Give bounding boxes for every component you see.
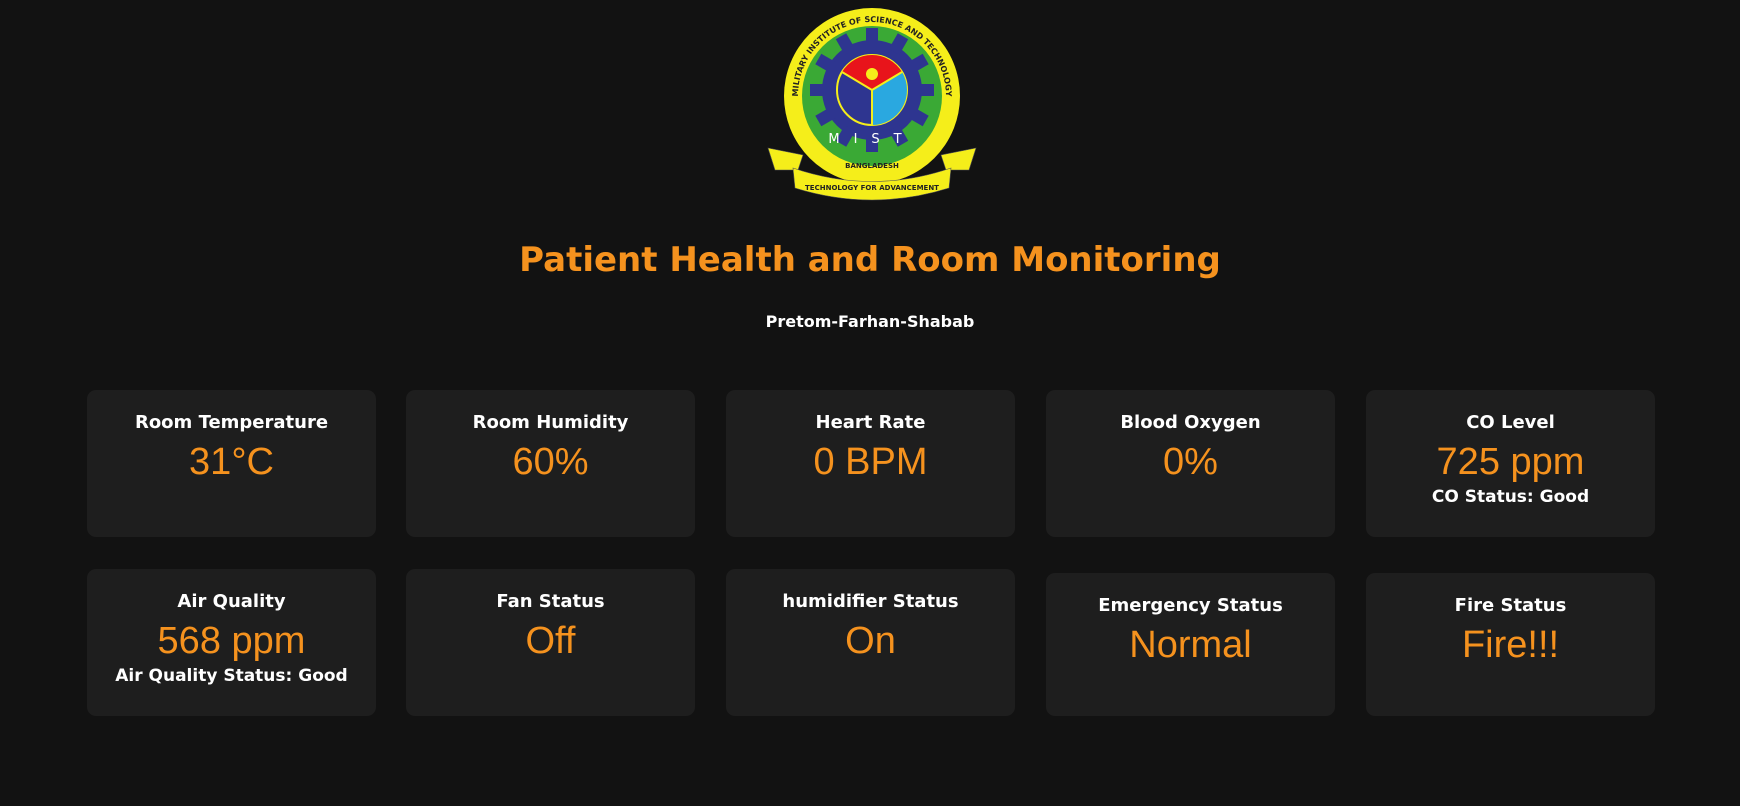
card-blood-oxygen: Blood Oxygen 0%	[1046, 390, 1335, 537]
card-title: CO Level	[1466, 412, 1555, 433]
card-fan-status: Fan Status Off	[406, 569, 695, 716]
page-title: Patient Health and Room Monitoring	[519, 240, 1221, 280]
card-heart-rate: Heart Rate 0 BPM	[726, 390, 1015, 537]
card-value: 0 BPM	[813, 441, 928, 483]
card-air-quality: Air Quality 568 ppm Air Quality Status: …	[87, 569, 376, 716]
svg-text:MIST: MIST	[828, 132, 915, 147]
card-value: Off	[525, 620, 576, 662]
card-status: CO Status: Good	[1431, 487, 1590, 507]
card-value: 568 ppm	[157, 620, 306, 662]
card-title: Room Temperature	[134, 412, 329, 433]
card-title: Air Quality	[177, 591, 286, 612]
card-title: humidifier Status	[782, 591, 959, 612]
card-title: Fire Status	[1454, 595, 1567, 616]
svg-text:BANGLADESH: BANGLADESH	[845, 162, 899, 170]
svg-text:TECHNOLOGY FOR ADVANCEMENT: TECHNOLOGY FOR ADVANCEMENT	[805, 184, 939, 192]
card-value: 31°C	[189, 441, 274, 483]
card-co-level: CO Level 725 ppm CO Status: Good	[1366, 390, 1655, 537]
card-value: Fire!!!	[1461, 624, 1560, 666]
card-title: Emergency Status	[1098, 595, 1283, 616]
card-humidifier-status: humidifier Status On	[726, 569, 1015, 716]
card-value: 725 ppm	[1436, 441, 1585, 483]
card-emergency-status: Emergency Status Normal	[1046, 573, 1335, 716]
card-room-temperature: Room Temperature 31°C	[87, 390, 376, 537]
card-value: 60%	[512, 441, 589, 483]
card-fire-status: Fire Status Fire!!!	[1366, 573, 1655, 716]
card-title: Room Humidity	[472, 412, 629, 433]
card-value: 0%	[1163, 441, 1218, 483]
card-title: Heart Rate	[815, 412, 926, 433]
card-title: Blood Oxygen	[1120, 412, 1261, 433]
card-value: Normal	[1129, 624, 1252, 666]
card-value: On	[845, 620, 896, 662]
card-title: Fan Status	[496, 591, 605, 612]
card-status: Air Quality Status: Good	[115, 666, 348, 686]
page-subtitle: Pretom-Farhan-Shabab	[765, 312, 975, 331]
card-room-humidity: Room Humidity 60%	[406, 390, 695, 537]
mist-logo: MIST BANGLADESH TECHNOLOGY FOR ADVANCEME…	[767, 8, 977, 201]
